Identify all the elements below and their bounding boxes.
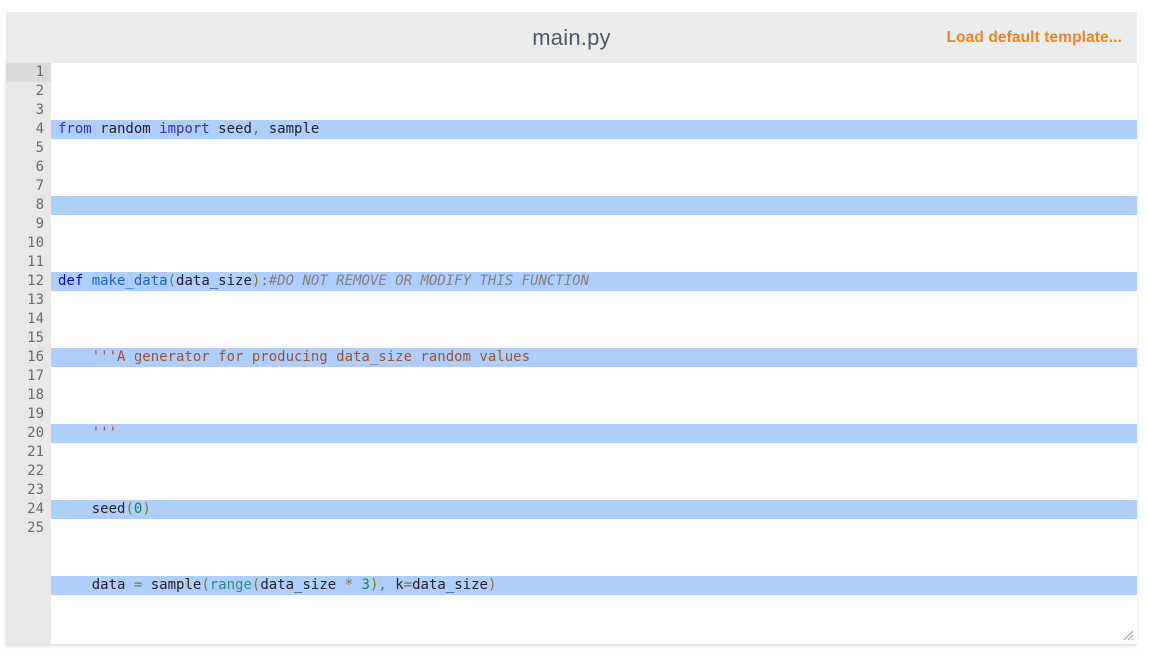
line-number: 1 — [6, 63, 51, 82]
token-number: 3 — [361, 577, 370, 593]
line-number: 19 — [27, 406, 44, 422]
code-text-area[interactable]: from random import seed, sample def make… — [51, 63, 1137, 644]
line-number: 8 — [35, 197, 44, 213]
line-number: 7 — [35, 178, 44, 194]
code-editor-page: main.py Load default template... 1 2 3 4… — [0, 0, 1149, 666]
line-number: 22 — [27, 463, 44, 479]
line-number: 9 — [35, 216, 44, 232]
code-editor[interactable]: 1 2 3 4 5 6 7 8 9 10 11 12 13 14 15 16 1… — [6, 63, 1137, 644]
line-number: 14 — [27, 311, 44, 327]
line-number: 20 — [27, 425, 44, 441]
line-number: 25 — [27, 520, 44, 536]
line-number: 24 — [27, 501, 44, 517]
code-line[interactable] — [51, 196, 1137, 215]
line-number: 2 — [35, 83, 44, 99]
load-default-template-link[interactable]: Load default template... — [946, 29, 1122, 47]
code-line[interactable]: from random import seed, sample — [51, 120, 1137, 139]
code-line[interactable]: def make_data(data_size):#DO NOT REMOVE … — [51, 272, 1137, 291]
line-number: 5 — [35, 140, 44, 156]
token-keyword: def — [58, 273, 84, 289]
line-number: 10 — [27, 235, 44, 251]
line-number-gutter: 1 2 3 4 5 6 7 8 9 10 11 12 13 14 15 16 1… — [6, 63, 51, 644]
token-function-name: make_data — [91, 273, 168, 289]
token-keyword: import — [159, 121, 210, 137]
line-number: 23 — [27, 482, 44, 498]
line-number: 18 — [27, 387, 44, 403]
line-number: 3 — [35, 102, 44, 118]
editor-header: main.py Load default template... — [6, 12, 1137, 63]
line-number: 21 — [27, 444, 44, 460]
token-docstring: '''A generator for producing data_size r… — [58, 349, 531, 365]
token-builtin: range — [209, 577, 252, 593]
token-comment: #DO NOT REMOVE OR MODIFY THIS FUNCTION — [268, 273, 590, 289]
page-title: main.py — [532, 24, 611, 50]
line-number: 16 — [27, 349, 44, 365]
code-line[interactable]: ''' — [51, 424, 1137, 443]
code-line[interactable]: seed(0) — [51, 500, 1137, 519]
token-docstring: ''' — [58, 425, 118, 441]
line-number: 4 — [35, 121, 44, 137]
line-number: 6 — [35, 159, 44, 175]
code-line[interactable]: data = sample(range(data_size * 3), k=da… — [51, 576, 1137, 595]
line-number: 15 — [27, 330, 44, 346]
code-lines: from random import seed, sample def make… — [51, 63, 1137, 644]
line-number: 17 — [27, 368, 44, 384]
token-keyword: from — [58, 121, 92, 137]
line-number: 11 — [27, 254, 44, 270]
code-line[interactable]: '''A generator for producing data_size r… — [51, 348, 1137, 367]
line-number: 12 — [27, 273, 44, 289]
resize-handle-icon[interactable] — [1121, 628, 1134, 641]
line-number: 13 — [27, 292, 44, 308]
